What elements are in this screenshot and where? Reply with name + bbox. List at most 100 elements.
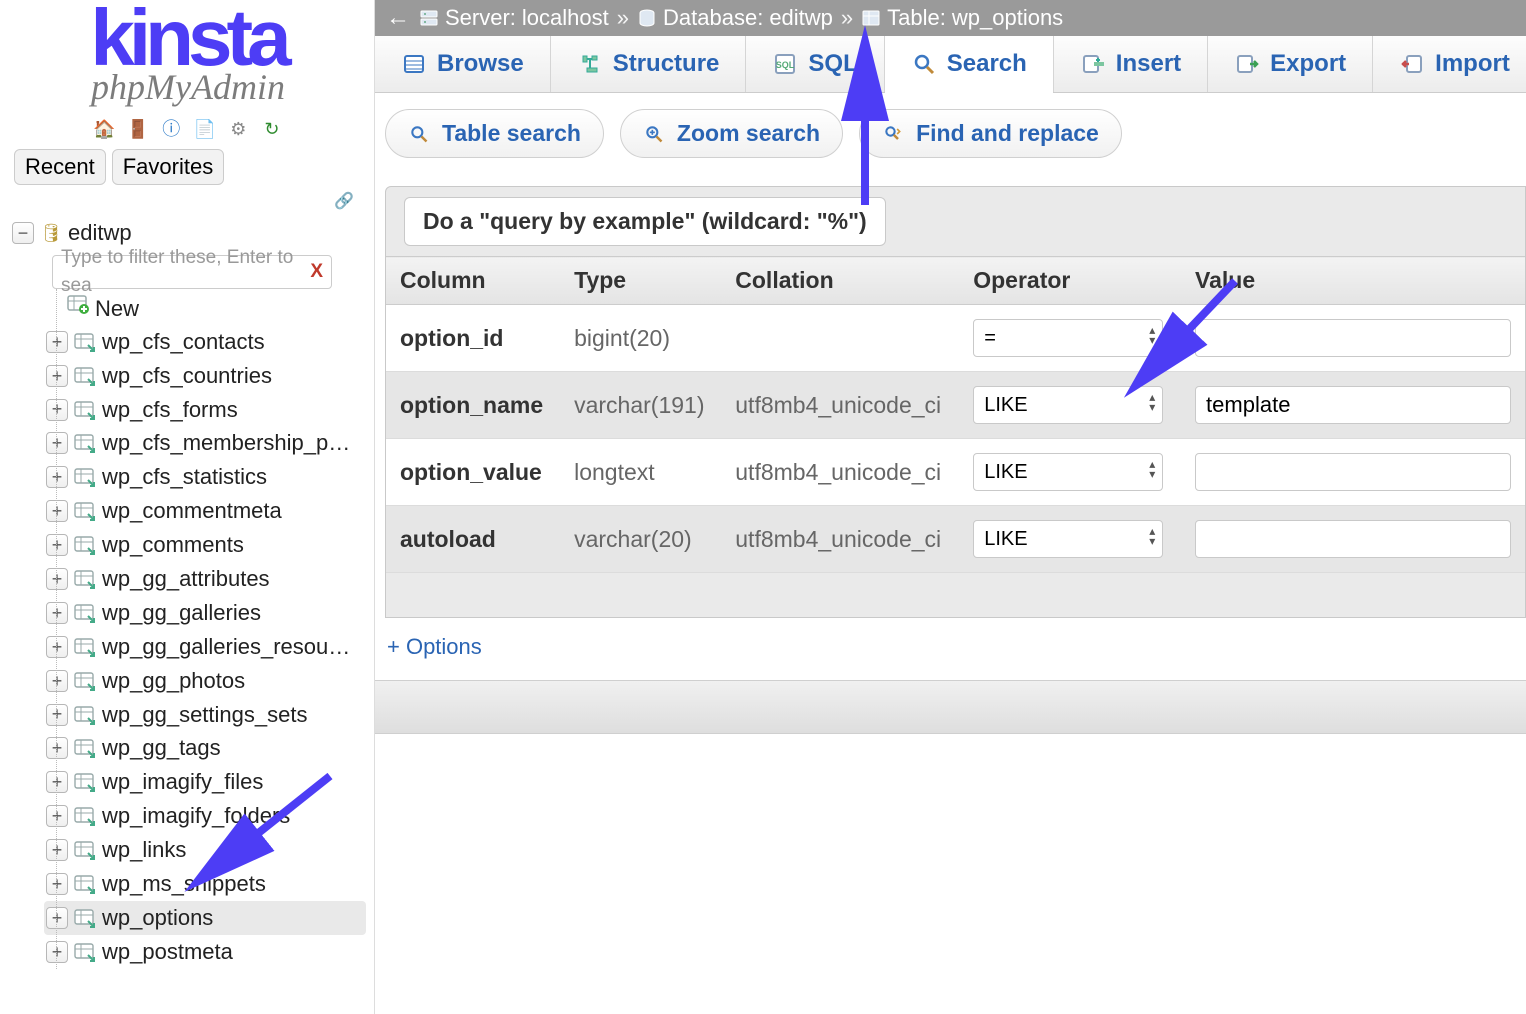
collapse-db-icon[interactable]: − bbox=[12, 222, 34, 244]
options-toggle[interactable]: + Options bbox=[375, 618, 1526, 670]
expand-icon[interactable]: + bbox=[46, 873, 68, 895]
expand-icon[interactable]: + bbox=[46, 771, 68, 793]
back-icon[interactable]: ← bbox=[385, 4, 411, 32]
recent-favorites-tabs: Recent Favorites bbox=[10, 147, 366, 191]
mini-toolbar: 🏠 🚪 ⓘ 📄 ⚙ ↻ bbox=[10, 118, 366, 141]
clear-filter-icon[interactable]: X bbox=[310, 258, 323, 286]
table-icon bbox=[74, 771, 96, 793]
table-name: wp_gg_settings_sets bbox=[102, 699, 307, 731]
tab-import[interactable]: Import bbox=[1373, 36, 1526, 92]
expand-icon[interactable]: + bbox=[46, 704, 68, 726]
operator-select[interactable]: LIKE bbox=[973, 453, 1163, 491]
gear-icon[interactable]: ⚙ bbox=[227, 118, 249, 140]
th-type: Type bbox=[560, 257, 721, 305]
operator-select[interactable]: = bbox=[973, 319, 1163, 357]
table-name: wp_imagify_files bbox=[102, 766, 263, 798]
sidebar-table-wp-gg-galleries[interactable]: +wp_gg_galleries bbox=[44, 596, 366, 630]
exit-icon[interactable]: 🚪 bbox=[127, 118, 149, 140]
tab-insert[interactable]: Insert bbox=[1054, 36, 1208, 92]
cell-collation: utf8mb4_unicode_ci bbox=[721, 372, 959, 439]
sidebar-table-wp-gg-tags[interactable]: +wp_gg_tags bbox=[44, 731, 366, 765]
value-input[interactable] bbox=[1195, 386, 1511, 424]
expand-icon[interactable]: + bbox=[46, 670, 68, 692]
tab-search[interactable]: Search bbox=[885, 36, 1054, 92]
sidebar-table-wp-links[interactable]: +wp_links bbox=[44, 833, 366, 867]
value-input[interactable] bbox=[1195, 520, 1511, 558]
tab-sql[interactable]: SQL SQL bbox=[746, 36, 884, 92]
sidebar-table-wp-cfs-countries[interactable]: +wp_cfs_countries bbox=[44, 359, 366, 393]
table-icon bbox=[74, 534, 96, 556]
sidebar-table-wp-gg-attributes[interactable]: +wp_gg_attributes bbox=[44, 562, 366, 596]
expand-icon[interactable]: + bbox=[46, 466, 68, 488]
cell-value bbox=[1181, 305, 1525, 372]
cell-type: longtext bbox=[560, 439, 721, 506]
collapse-icon[interactable]: 🔗 bbox=[10, 191, 366, 211]
crumb-server[interactable]: Server: localhost bbox=[419, 5, 609, 31]
table-filter-input[interactable]: Type to filter these, Enter to sea X bbox=[52, 255, 332, 289]
expand-icon[interactable]: + bbox=[46, 636, 68, 658]
reload-icon[interactable]: ↻ bbox=[261, 118, 283, 140]
sidebar-table-wp-comments[interactable]: +wp_comments bbox=[44, 528, 366, 562]
table-name: wp_cfs_forms bbox=[102, 394, 238, 426]
sidebar-table-wp-cfs-forms[interactable]: + wp_cfs_forms bbox=[44, 393, 366, 427]
expand-icon[interactable]: + bbox=[46, 805, 68, 827]
cell-column: autoload bbox=[386, 506, 560, 573]
footer-bar bbox=[375, 680, 1526, 734]
subtab-zoom-search[interactable]: Zoom search bbox=[620, 109, 843, 158]
sidebar-table-wp-gg-photos[interactable]: + wp_gg_photos bbox=[44, 664, 366, 698]
value-input[interactable] bbox=[1195, 453, 1511, 491]
expand-icon[interactable]: + bbox=[46, 331, 68, 353]
search-subtabs: Table search Zoom search Find and replac… bbox=[375, 93, 1526, 168]
sidebar-table-wp-postmeta[interactable]: +wp_postmeta bbox=[44, 935, 366, 969]
database-icon: 🛢 bbox=[40, 222, 62, 244]
sidebar-table-wp-cfs-contacts[interactable]: +wp_cfs_contacts bbox=[44, 325, 366, 359]
sidebar-table-wp-gg-settings-sets[interactable]: + wp_gg_settings_sets bbox=[44, 698, 366, 732]
home-icon[interactable]: 🏠 bbox=[93, 118, 115, 140]
tab-export[interactable]: Export bbox=[1208, 36, 1373, 92]
operator-select[interactable]: LIKE bbox=[973, 386, 1163, 424]
cell-column: option_value bbox=[386, 439, 560, 506]
crumb-table[interactable]: Table: wp_options bbox=[861, 5, 1063, 31]
tab-structure[interactable]: Structure bbox=[551, 36, 747, 92]
table-icon bbox=[74, 907, 96, 929]
sidebar-table-wp-commentmeta[interactable]: +wp_commentmeta bbox=[44, 494, 366, 528]
sidebar-table-wp-options[interactable]: +wp_options bbox=[44, 901, 366, 935]
expand-icon[interactable]: + bbox=[46, 568, 68, 590]
subtab-find-replace[interactable]: Find and replace bbox=[859, 109, 1122, 158]
browse-icon bbox=[401, 51, 427, 77]
info-icon[interactable]: ⓘ bbox=[160, 118, 182, 140]
expand-icon[interactable]: + bbox=[46, 941, 68, 963]
th-value: Value bbox=[1181, 257, 1525, 305]
sidebar-table-wp-imagify-files[interactable]: + wp_imagify_files bbox=[44, 765, 366, 799]
expand-icon[interactable]: + bbox=[46, 432, 68, 454]
tab-browse[interactable]: Browse bbox=[375, 36, 551, 92]
expand-icon[interactable]: + bbox=[46, 399, 68, 421]
sidebar-table-wp-imagify-folders[interactable]: +wp_imagify_folders bbox=[44, 799, 366, 833]
sidebar-table-wp-cfs-membership-prese[interactable]: +wp_cfs_membership_prese bbox=[44, 426, 366, 460]
recent-tab[interactable]: Recent bbox=[14, 149, 106, 185]
table-name: wp_gg_photos bbox=[102, 665, 245, 697]
expand-icon[interactable]: + bbox=[46, 602, 68, 624]
favorites-tab[interactable]: Favorites bbox=[112, 149, 224, 185]
expand-icon[interactable]: + bbox=[46, 365, 68, 387]
subtab-table-search[interactable]: Table search bbox=[385, 109, 604, 158]
expand-icon[interactable]: + bbox=[46, 500, 68, 522]
sidebar-table-wp-gg-galleries-resources[interactable]: +wp_gg_galleries_resources bbox=[44, 630, 366, 664]
brand-subtitle: phpMyAdmin bbox=[10, 66, 366, 108]
expand-icon[interactable]: + bbox=[46, 534, 68, 556]
expand-icon[interactable]: + bbox=[46, 737, 68, 759]
cell-operator: LIKE▴▾ bbox=[959, 372, 1181, 439]
operator-select[interactable]: LIKE bbox=[973, 520, 1163, 558]
structure-icon bbox=[577, 51, 603, 77]
doc-icon[interactable]: 📄 bbox=[194, 118, 216, 140]
crumb-database[interactable]: Database: editwp bbox=[637, 5, 833, 31]
value-input[interactable] bbox=[1195, 319, 1511, 357]
table-icon bbox=[74, 636, 96, 658]
table-icon bbox=[74, 704, 96, 726]
table-name: wp_ms_snippets bbox=[102, 868, 266, 900]
expand-icon[interactable]: + bbox=[46, 839, 68, 861]
table-icon bbox=[74, 331, 96, 353]
sidebar-table-wp-ms-snippets[interactable]: + wp_ms_snippets bbox=[44, 867, 366, 901]
expand-icon[interactable]: + bbox=[46, 907, 68, 929]
sidebar-table-wp-cfs-statistics[interactable]: +wp_cfs_statistics bbox=[44, 460, 366, 494]
